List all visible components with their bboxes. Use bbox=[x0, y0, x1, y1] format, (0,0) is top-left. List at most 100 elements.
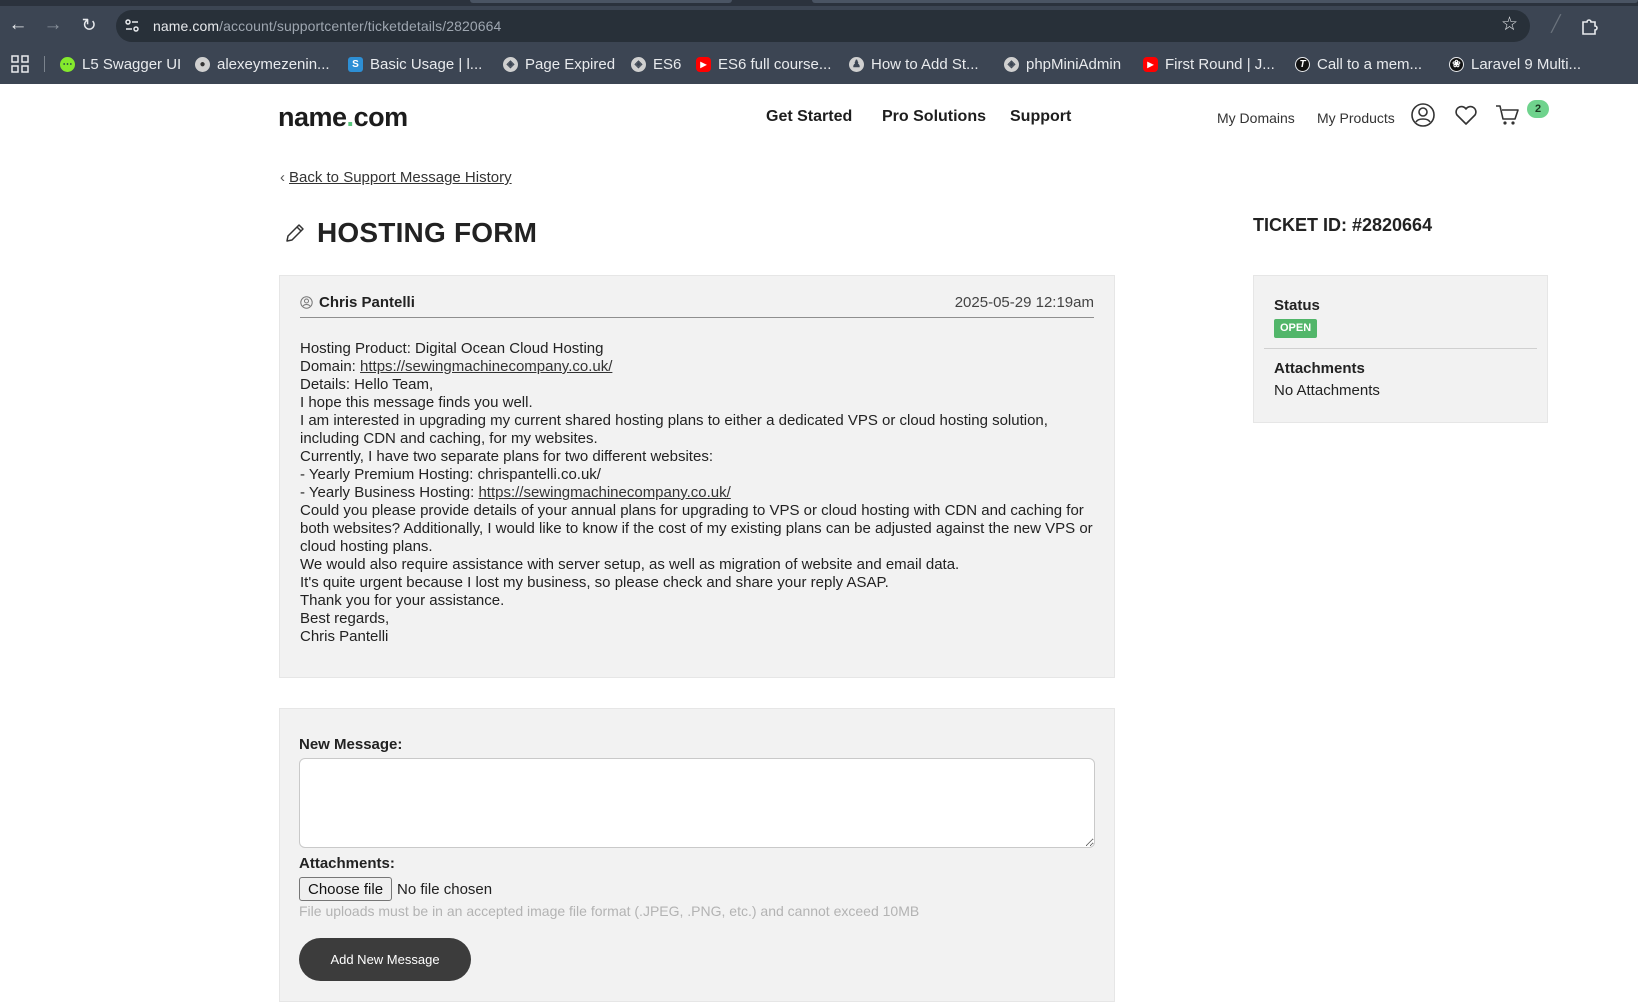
add-new-message-button[interactable]: Add New Message bbox=[299, 938, 471, 981]
new-message-label: New Message: bbox=[299, 736, 403, 753]
message-line-text: We would also require assistance with se… bbox=[300, 556, 960, 573]
forward-arrow-icon[interactable]: → bbox=[40, 12, 66, 38]
message-line: We would also require assistance with se… bbox=[300, 556, 1100, 574]
author-name: Chris Pantelli bbox=[319, 294, 415, 311]
account-icon[interactable] bbox=[1410, 102, 1436, 128]
nav-get-started[interactable]: Get Started bbox=[766, 108, 852, 126]
message-line: It's quite urgent because I lost my busi… bbox=[300, 574, 1100, 592]
chevron-left-icon: ‹ bbox=[280, 169, 285, 186]
youtube-icon: ▶ bbox=[696, 56, 711, 72]
site-info-icon[interactable] bbox=[124, 18, 140, 34]
new-message-textarea[interactable] bbox=[299, 758, 1095, 848]
message-line: Details: Hello Team, bbox=[300, 376, 1100, 394]
address-bar[interactable]: name.com/account/supportcenter/ticketdet… bbox=[116, 10, 1530, 42]
youtube-icon: ▶ bbox=[1143, 56, 1158, 72]
bookmark-item[interactable]: ▶ ES6 full course... bbox=[696, 54, 831, 74]
new-message-form: New Message: Attachments: Choose file No… bbox=[279, 708, 1115, 1002]
bookmark-item[interactable]: ◈ ES6 bbox=[631, 54, 681, 74]
message-line-text: I am interested in upgrading my current … bbox=[300, 412, 1048, 447]
bookmark-label: Basic Usage | l... bbox=[370, 55, 483, 73]
back-to-history-link[interactable]: ‹ Back to Support Message History bbox=[280, 169, 512, 186]
browser-chrome: ← → ↻ name.com/account/supportcenter/tic… bbox=[0, 0, 1638, 84]
apps-grid-icon[interactable] bbox=[11, 55, 29, 73]
message-line-text: - Yearly Business Hosting: bbox=[300, 484, 479, 501]
url-host: name.com bbox=[153, 18, 220, 34]
url-text[interactable]: name.com/account/supportcenter/ticketdet… bbox=[153, 18, 501, 34]
message-line-text: Best regards, bbox=[300, 610, 390, 627]
bookmarks-bar: ⋯ L5 Swagger UI ● alexeymezenin... S Bas… bbox=[0, 46, 1638, 80]
ticket-id: TICKET ID: #2820664 bbox=[1253, 215, 1433, 235]
bookmark-label: Call to a mem... bbox=[1317, 55, 1423, 73]
message-date: 2025-05-29 12:19am bbox=[954, 294, 1094, 311]
message-line-text: Thank you for your assistance. bbox=[300, 592, 505, 609]
message-line-text: - Yearly Premium Hosting: chrispantelli.… bbox=[300, 466, 601, 483]
nav-my-domains[interactable]: My Domains bbox=[1217, 110, 1295, 126]
bookmark-label: alexeymezenin... bbox=[217, 55, 330, 73]
bookmark-item[interactable]: ♟ How to Add St... bbox=[849, 54, 979, 74]
bookmark-item[interactable]: ⋯ L5 Swagger UI bbox=[60, 54, 181, 74]
choose-file-button[interactable]: Choose file bbox=[299, 877, 393, 901]
tab-edge[interactable] bbox=[470, 0, 732, 3]
globe-icon: ◈ bbox=[1004, 56, 1019, 72]
message-line: Best regards, bbox=[300, 610, 1100, 628]
message-line-text: Domain: bbox=[300, 358, 361, 375]
message-line-text: I hope this message finds you well. bbox=[300, 394, 533, 411]
page-title-row: HOSTING FORM bbox=[283, 217, 537, 249]
message-link[interactable]: https://sewingmachinecompany.co.uk/ bbox=[360, 358, 612, 375]
message-line: Currently, I have two separate plans for… bbox=[300, 448, 1100, 466]
bookmark-item[interactable]: S Basic Usage | l... bbox=[348, 54, 482, 74]
bookmark-item[interactable]: ◈ phpMiniAdmin bbox=[1004, 54, 1121, 74]
swagger-icon: ⋯ bbox=[60, 56, 75, 72]
bookmark-label: First Round | J... bbox=[1165, 55, 1275, 73]
heart-icon[interactable] bbox=[1453, 102, 1479, 128]
tab-edge[interactable] bbox=[812, 0, 1638, 3]
message-line-text: It's quite urgent because I lost my busi… bbox=[300, 574, 889, 591]
message-line: Chris Pantelli bbox=[300, 628, 1100, 646]
message-line-text: Hosting Product: Digital Ocean Cloud Hos… bbox=[300, 340, 604, 357]
site-logo[interactable]: name.com bbox=[278, 102, 408, 133]
bookmark-star-icon[interactable]: ☆ bbox=[1501, 13, 1518, 36]
bookmark-label: phpMiniAdmin bbox=[1026, 55, 1122, 73]
message-line: Domain: https://sewingmachinecompany.co.… bbox=[300, 358, 1100, 376]
openai-icon: ❀ bbox=[1449, 56, 1464, 72]
message-line: - Yearly Business Hosting: https://sewin… bbox=[300, 484, 1100, 502]
github-icon: ● bbox=[195, 56, 210, 72]
status-badge: OPEN bbox=[1274, 319, 1318, 338]
bookmark-item[interactable]: ❀ Laravel 9 Multi... bbox=[1449, 54, 1581, 74]
bookmark-label: How to Add St... bbox=[871, 55, 979, 73]
message-line: Could you please provide details of your… bbox=[300, 502, 1100, 556]
user-icon bbox=[300, 296, 313, 309]
nav-my-products[interactable]: My Products bbox=[1317, 110, 1395, 126]
message-line: I hope this message finds you well. bbox=[300, 394, 1100, 412]
logo-name: name bbox=[278, 102, 347, 132]
message-line-text: Currently, I have two separate plans for… bbox=[300, 448, 713, 465]
extensions-puzzle-icon[interactable] bbox=[1580, 16, 1600, 36]
sidebar-attachments-value: No Attachments bbox=[1274, 382, 1380, 399]
nav-support[interactable]: Support bbox=[1010, 108, 1071, 126]
message-line: - Yearly Premium Hosting: chrispantelli.… bbox=[300, 466, 1100, 484]
nav-pro-solutions[interactable]: Pro Solutions bbox=[882, 108, 986, 126]
logo-tld: com bbox=[353, 102, 409, 132]
no-file-text: No file chosen bbox=[397, 880, 493, 898]
message-header: Chris Pantelli 2025-05-29 12:19am bbox=[300, 292, 1094, 318]
sidebar-divider bbox=[1264, 348, 1537, 349]
bookmarks-separator bbox=[44, 56, 45, 72]
extension-slash-icon[interactable]: ╱ bbox=[1543, 12, 1569, 38]
file-input[interactable]: Choose file No file chosen bbox=[299, 877, 492, 901]
back-arrow-icon[interactable]: ← bbox=[5, 12, 31, 38]
cart-icon[interactable] bbox=[1494, 102, 1520, 128]
bookmark-item[interactable]: ▶ First Round | J... bbox=[1143, 54, 1275, 74]
pencil-icon bbox=[286, 224, 304, 242]
bookmark-item[interactable]: T Call to a mem... bbox=[1295, 54, 1422, 74]
globe-icon: ◈ bbox=[631, 56, 646, 72]
reload-icon[interactable]: ↻ bbox=[76, 12, 102, 38]
bookmark-item[interactable]: ◈ Page Expired bbox=[503, 54, 615, 74]
message-link[interactable]: https://sewingmachinecompany.co.uk/ bbox=[478, 484, 730, 501]
message-line: I am interested in upgrading my current … bbox=[300, 412, 1100, 448]
people-icon: ♟ bbox=[849, 56, 864, 72]
attachments-label: Attachments: bbox=[299, 855, 395, 872]
message-body: Hosting Product: Digital Ocean Cloud Hos… bbox=[300, 340, 1100, 646]
message-line: Hosting Product: Digital Ocean Cloud Hos… bbox=[300, 340, 1100, 358]
t-icon: T bbox=[1295, 56, 1310, 72]
bookmark-item[interactable]: ● alexeymezenin... bbox=[195, 54, 330, 74]
